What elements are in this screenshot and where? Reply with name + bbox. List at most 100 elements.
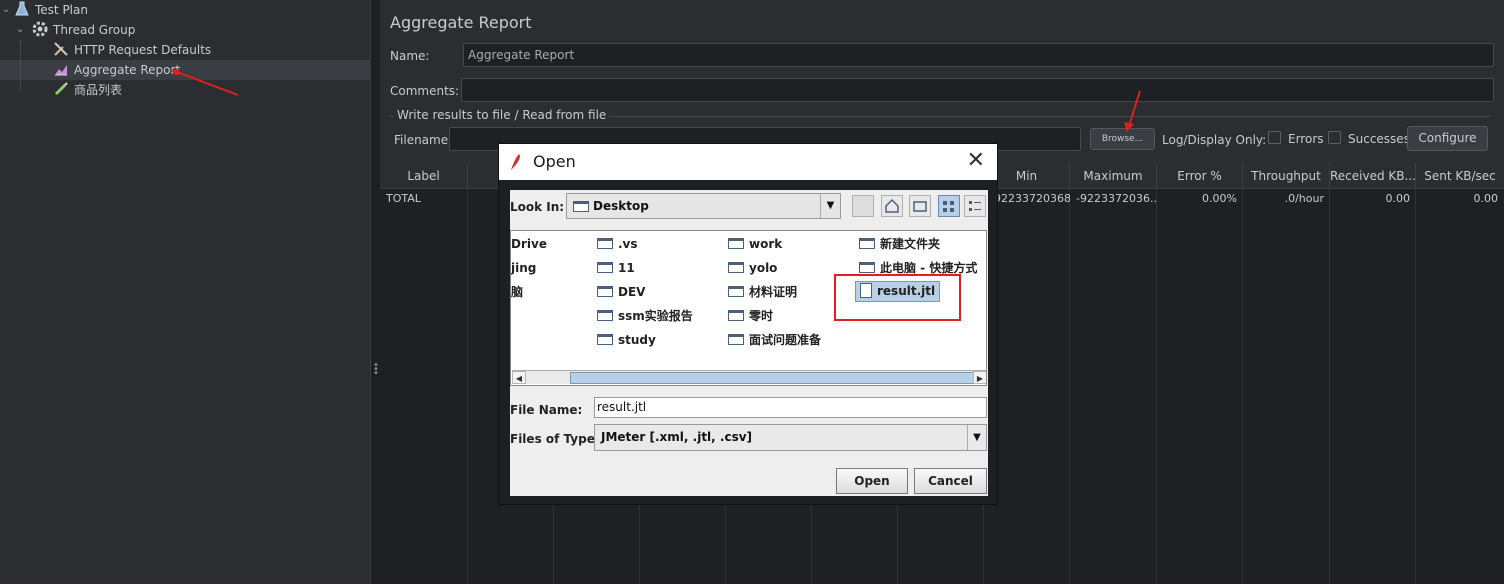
successes-label: Successes [1348,132,1410,146]
table-cell-error: 0.00% [1202,192,1237,205]
name-label: Name: [390,49,430,63]
dialog-title-bar[interactable]: Open ✕ [499,144,997,180]
folder-icon [728,238,744,249]
look-in-label: Look In: [510,200,565,214]
tree-item-label: 商品列表 [74,83,123,97]
table-header[interactable]: Maximum [1070,163,1157,189]
file-name-label: File Name: [510,403,583,417]
table-cell-received: 0.00 [1385,192,1411,205]
look-in-value: Desktop [593,199,649,213]
collapse-chevron-icon[interactable]: ⌄ [16,25,26,35]
table-header[interactable]: Sent KB/sec [1416,163,1504,189]
flask-icon [14,1,30,17]
table-header[interactable]: Received KB... [1330,163,1416,189]
scroll-right-icon[interactable]: ▶ [973,371,986,384]
tree-item-label: Thread Group [53,23,136,37]
table-cell-label: TOTAL [386,192,421,205]
table-cell-throughput: .0/hour [1284,192,1324,205]
folder-icon [728,334,744,345]
home-icon[interactable] [881,195,903,217]
open-button[interactable]: Open [836,468,908,494]
folder-icon [597,286,613,297]
errors-label: Errors [1288,132,1324,146]
table-cell-maximum: -9223372036... [1076,192,1157,205]
tree-item-product-list[interactable]: 商品列表 [53,80,122,100]
tree-guide-line [20,40,21,92]
folder-icon [728,286,744,297]
files-of-type-select[interactable]: JMeter [.xml, .jtl, .csv] ▼ [594,424,987,451]
pane-splitter[interactable]: • • • [370,0,380,584]
tree-item-test-plan[interactable]: Test Plan [14,0,88,20]
collapse-chevron-icon[interactable]: ⌄ [2,5,12,15]
dropdown-arrow-icon[interactable]: ▼ [967,425,986,450]
file-name-input[interactable]: result.jtl [594,397,987,418]
list-item[interactable]: ssm实验报告 [597,307,693,325]
files-of-type-label: Files of Type: [510,432,600,446]
table-header[interactable]: Label [380,163,468,189]
list-item[interactable]: 面试问题准备 [728,331,821,349]
folder-icon [859,238,875,249]
folder-icon [597,238,613,249]
feather-icon [511,154,520,170]
list-item[interactable]: 脑 [511,283,523,301]
table-header[interactable]: Throughput [1243,163,1330,189]
list-item[interactable]: Drive [511,235,547,253]
folder-icon [597,262,613,273]
list-item[interactable]: 材料证明 [728,283,797,301]
scroll-left-icon[interactable]: ◀ [512,371,526,384]
log-display-label: Log/Display Only: [1162,133,1267,147]
list-item[interactable]: work [728,235,782,253]
folder-icon [859,262,875,273]
pipette-icon [53,81,69,97]
cancel-button[interactable]: Cancel [914,468,987,494]
details-view-icon[interactable] [964,195,986,217]
close-icon[interactable]: ✕ [967,149,985,173]
folder-icon [597,334,613,345]
filename-label: Filename [394,133,449,147]
horizontal-scrollbar[interactable]: ◀ ▶ [512,370,986,384]
gear-icon [32,21,48,37]
scrollbar-thumb[interactable] [570,372,975,384]
annotation-arrow [170,69,239,96]
tree-item-label: Aggregate Report [74,63,181,77]
chart-icon [53,61,69,77]
folder-icon [597,310,613,321]
list-item[interactable]: 新建文件夹 [859,235,940,253]
list-item[interactable]: study [597,331,656,349]
list-item[interactable]: 零时 [728,307,773,325]
new-folder-icon[interactable] [909,195,931,217]
configure-button[interactable]: Configure [1407,126,1488,151]
folder-icon [728,262,744,273]
list-view-icon[interactable] [938,195,960,217]
page-title: Aggregate Report [390,13,532,32]
test-plan-tree: ⌄ Test Plan ⌄ Thread Group HTTP Request … [0,0,370,584]
tree-item-aggregate-report[interactable]: Aggregate Report [53,60,180,80]
name-field[interactable]: Aggregate Report [463,43,1494,67]
dialog-body: Look In: Desktop ▼ Drive jing 脑 .vs 11 D… [510,190,988,496]
tree-item-label: HTTP Request Defaults [74,43,212,57]
dialog-title: Open [533,152,576,171]
look-in-combo[interactable]: Desktop ▼ [566,193,841,219]
list-item[interactable]: 11 [597,259,635,277]
errors-checkbox[interactable] [1268,131,1281,144]
tree-item-http-request-defaults[interactable]: HTTP Request Defaults [53,40,211,60]
up-folder-icon[interactable] [852,195,874,217]
list-item[interactable]: .vs [597,235,638,253]
file-group-label: Write results to file / Read from file [394,108,610,122]
open-file-dialog: Open ✕ Look In: Desktop ▼ Drive jing 脑 .… [498,143,998,505]
comments-field[interactable] [461,78,1494,102]
list-item[interactable]: jing [511,259,536,277]
list-item[interactable]: yolo [728,259,777,277]
wrench-icon [53,41,69,57]
table-cell-sent: 0.00 [1473,192,1499,205]
dropdown-arrow-icon[interactable]: ▼ [820,194,840,218]
successes-checkbox[interactable] [1328,131,1341,144]
table-header[interactable]: Error % [1157,163,1243,189]
tree-item-label: Test Plan [35,3,88,17]
list-item[interactable]: DEV [597,283,645,301]
annotation-arrow [1124,90,1141,132]
folder-icon [573,201,589,212]
tree-item-thread-group[interactable]: Thread Group [32,20,135,40]
folder-icon [728,310,744,321]
annotation-highlight-box [834,274,961,321]
